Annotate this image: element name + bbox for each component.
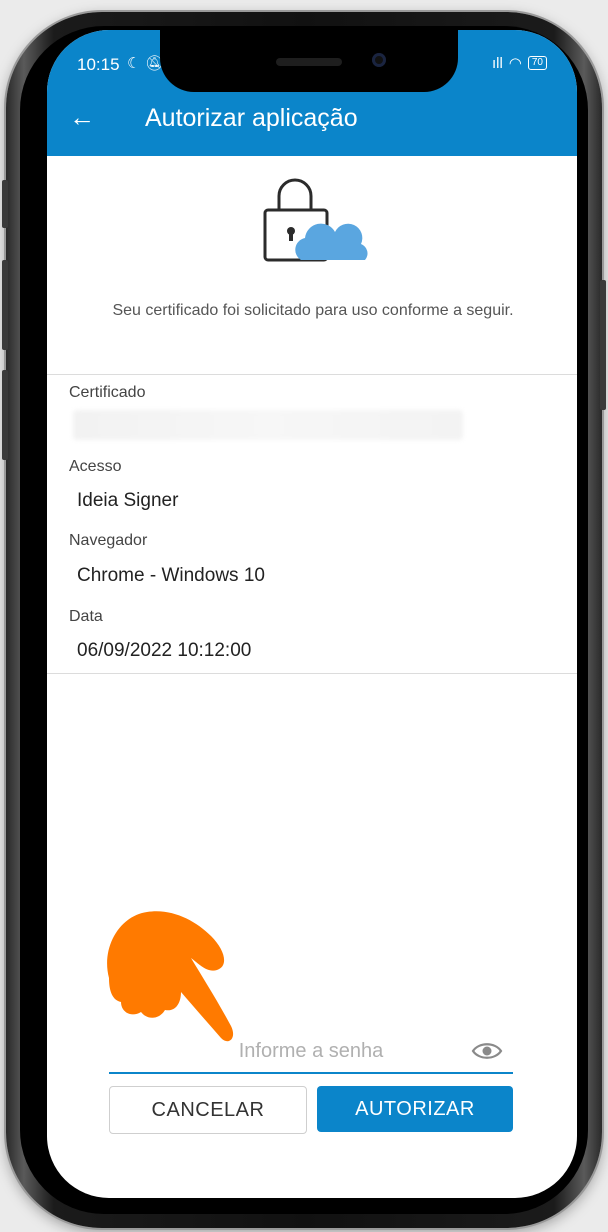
phone-volume-down [2,370,8,460]
speaker [276,58,342,66]
signal-icon: ıll [491,54,503,72]
certificate-value-redacted [73,410,463,440]
cancel-button[interactable]: CANCELAR [109,1086,307,1134]
intro-text: Seu certificado foi solicitado para uso … [112,302,514,319]
app-bar: 10:15 ☾ 🔕︎ ıll ◠ 70 ← Autorizar aplicaçã… [47,30,577,156]
pointing-hand-icon [107,911,234,1042]
notch [160,30,458,92]
phone-side-button [2,180,8,228]
certificate-label: Certificado [69,384,146,401]
app-screen: 10:15 ☾ 🔕︎ ıll ◠ 70 ← Autorizar aplicaçã… [47,30,577,1198]
front-camera [372,53,386,67]
browser-value: Chrome - Windows 10 [77,565,265,586]
divider-top [47,374,577,375]
authorize-button[interactable]: AUTORIZAR [317,1086,513,1132]
access-label: Acesso [69,458,122,475]
status-right: ıll ◠ 70 [492,54,547,72]
phone-power-button [600,280,606,410]
status-moon-icon: ☾ [127,55,141,72]
phone-volume-up [2,260,8,350]
date-value: 06/09/2022 10:12:00 [77,640,252,661]
status-time: 10:15 [77,55,120,74]
battery-icon: 70 [527,56,547,70]
page-title: Autorizar aplicação [145,104,358,132]
lock-cloud-icon [263,178,368,262]
divider-bottom [47,673,577,674]
access-value: Ideia Signer [77,490,179,511]
wifi-icon: ◠ [508,55,522,72]
date-label: Data [69,608,103,625]
eye-icon[interactable] [471,1040,503,1062]
arrow-left-icon[interactable]: ← [69,102,95,132]
browser-label: Navegador [69,532,148,549]
